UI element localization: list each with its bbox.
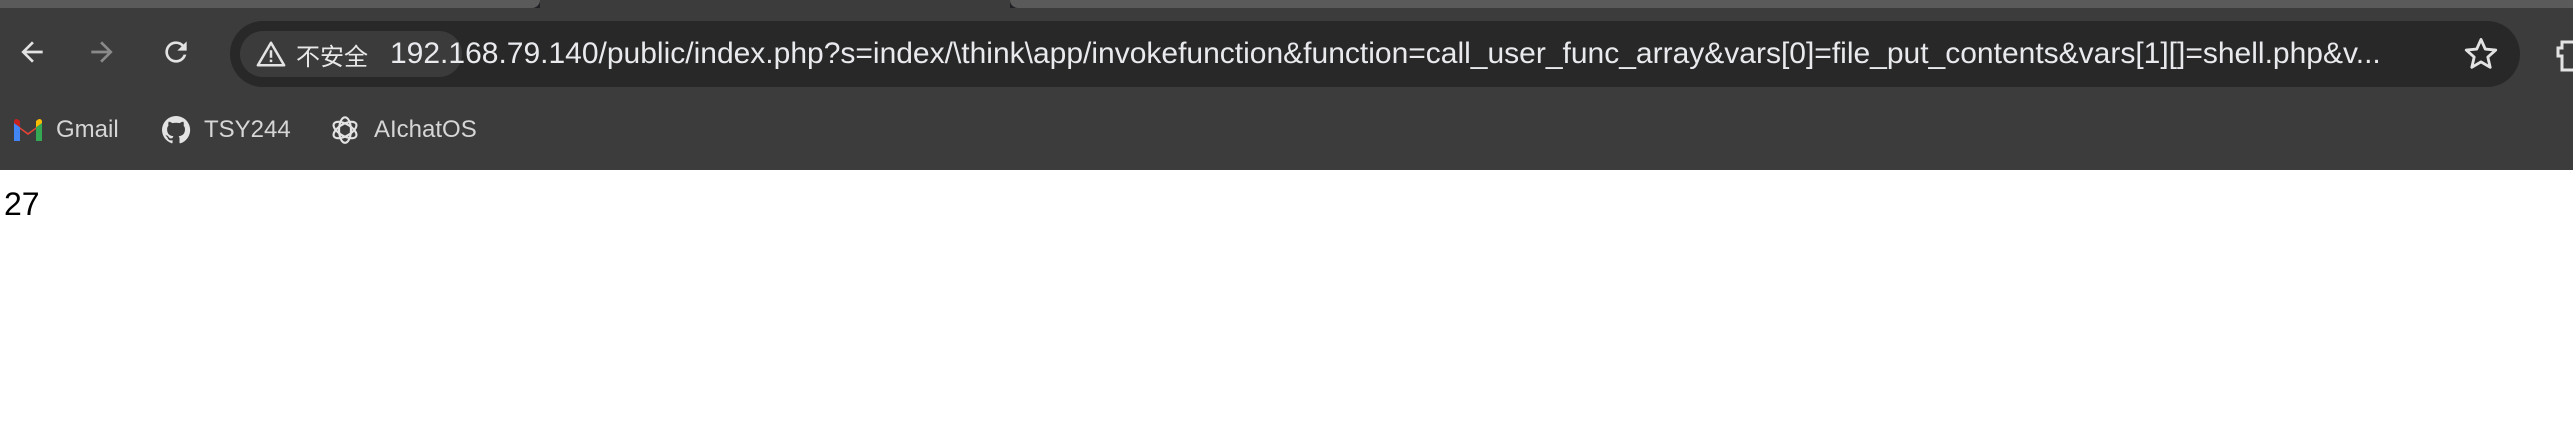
tab-strip	[0, 0, 2573, 8]
github-icon	[162, 115, 191, 144]
gmail-icon	[14, 119, 42, 141]
bookmark-tsy244[interactable]: TSY244	[160, 108, 291, 152]
extension-icon[interactable]	[2548, 38, 2573, 74]
tab-inactive-left[interactable]	[0, 0, 540, 8]
arrow-right-icon	[91, 41, 113, 63]
bookmark-star-icon[interactable]	[2462, 35, 2500, 73]
back-button[interactable]	[10, 30, 54, 74]
tab-active[interactable]	[540, 0, 1010, 8]
arrow-left-icon	[21, 41, 43, 63]
bookmark-label: TSY244	[204, 116, 291, 143]
url-text[interactable]: 192.168.79.140/public/index.php?s=index/…	[390, 21, 2573, 87]
security-label: 不安全	[296, 42, 368, 71]
browser-chrome: 不安全 192.168.79.140/public/index.php?s=in…	[0, 0, 2573, 170]
reload-button[interactable]	[154, 30, 198, 74]
bookmarks-bar: Gmail TSY244 AIchatOS	[0, 100, 2573, 170]
openai-icon	[332, 116, 358, 144]
toolbar: 不安全 192.168.79.140/public/index.php?s=in…	[0, 8, 2573, 100]
reload-icon	[165, 41, 187, 63]
tab-inactive-right[interactable]	[1010, 0, 2573, 8]
forward-button[interactable]	[80, 30, 124, 74]
bookmark-gmail[interactable]: Gmail	[12, 108, 119, 152]
bookmark-aichatos[interactable]: AIchatOS	[328, 108, 477, 152]
bookmark-label: AIchatOS	[374, 116, 477, 143]
page-output-text: 27	[4, 186, 40, 222]
warning-icon	[256, 41, 286, 67]
address-bar[interactable]: 不安全 192.168.79.140/public/index.php?s=in…	[230, 21, 2520, 87]
bookmark-label: Gmail	[56, 116, 119, 143]
page-content: 27	[0, 170, 2573, 425]
